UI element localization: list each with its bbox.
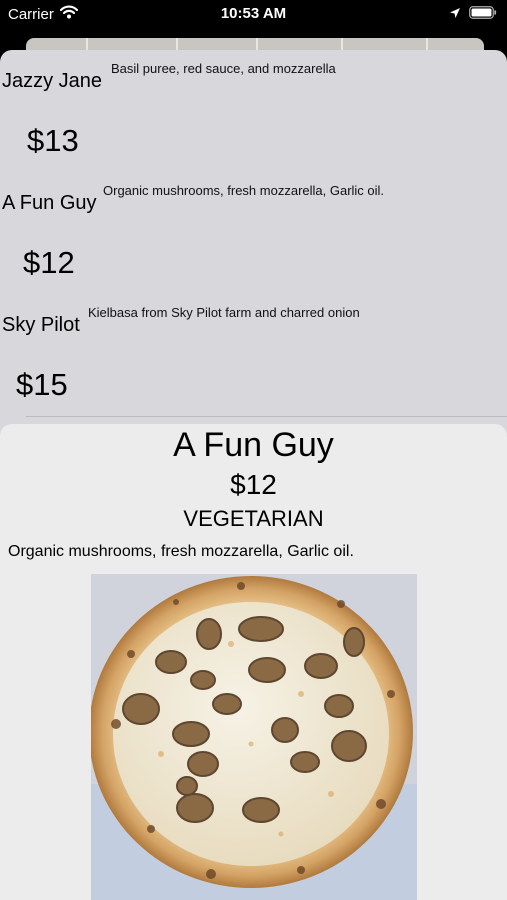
menu-item-description: Basil puree, red sauce, and mozzarella	[111, 61, 336, 76]
menu-item-price: $13	[27, 123, 79, 158]
status-time: 10:53 AM	[220, 5, 287, 22]
location-arrow-icon	[449, 6, 461, 23]
detail-price: $12	[230, 469, 277, 500]
menu-item-sky-pilot[interactable]: Sky Pilot Kielbasa from Sky Pilot farm a…	[0, 294, 507, 416]
list-divider	[26, 416, 507, 417]
menu-item-name: A Fun Guy	[2, 192, 97, 214]
status-bar: Carrier 10:53 AM	[0, 0, 507, 30]
menu-item-price: $12	[23, 245, 75, 280]
menu-item-price: $15	[16, 367, 68, 402]
pizza-photo	[91, 574, 417, 900]
detail-title: A Fun Guy	[173, 426, 334, 464]
menu-item-name: Jazzy Jane	[2, 70, 103, 92]
detail-sheet[interactable]: A Fun Guy $12 VEGETARIAN Organic mushroo…	[0, 424, 507, 900]
detail-category-tag: VEGETARIAN	[183, 506, 324, 531]
menu-list-sheet[interactable]: Jazzy Jane Basil puree, red sauce, and m…	[0, 50, 507, 470]
detail-description: Organic mushrooms, fresh mozzarella, Gar…	[8, 543, 354, 560]
menu-item-jazzy-jane[interactable]: Jazzy Jane Basil puree, red sauce, and m…	[0, 50, 507, 172]
menu-item-name: Sky Pilot	[2, 314, 80, 336]
menu-item-a-fun-guy[interactable]: A Fun Guy Organic mushrooms, fresh mozza…	[0, 172, 507, 294]
menu-item-description: Organic mushrooms, fresh mozzarella, Gar…	[103, 183, 385, 198]
status-right	[449, 6, 497, 23]
menu-item-description: Kielbasa from Sky Pilot farm and charred…	[88, 305, 360, 320]
battery-icon	[469, 6, 497, 23]
